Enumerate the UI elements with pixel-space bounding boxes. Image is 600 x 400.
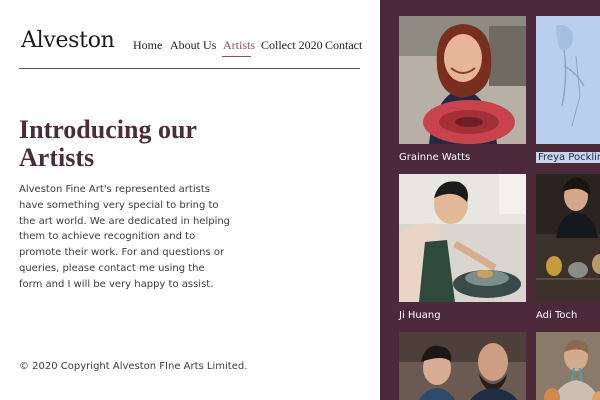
nav-home[interactable]: Home	[133, 38, 162, 53]
artist-name: Adi Toch	[536, 310, 578, 321]
nav-collect-2020[interactable]: Collect 2020	[261, 38, 323, 53]
artist-photo	[399, 332, 526, 400]
artist-photo-grainne-watts	[399, 16, 526, 144]
nav-about-us[interactable]: About Us	[170, 38, 216, 53]
artist-photo-freya-pocklington	[536, 16, 600, 144]
left-panel: Alveston Home About Us Artists Collect 2…	[0, 0, 380, 400]
artist-photo	[536, 332, 600, 400]
artist-name: Ji Huang	[399, 310, 441, 321]
site-logo[interactable]: Alveston	[21, 28, 115, 53]
header-divider	[19, 68, 360, 69]
vertical-title-our: Our	[337, 279, 362, 314]
artist-card-ji-huang[interactable]: Ji Huang	[399, 174, 526, 324]
artist-card-grainne-watts[interactable]: Grainne Watts	[399, 16, 526, 166]
artists-panel: Grainne Watts Freya Pocklington	[380, 0, 600, 400]
nav-contact[interactable]: Contact	[325, 38, 362, 53]
artist-card-adi-toch[interactable]: Adi Toch	[536, 174, 600, 324]
active-nav-underline	[222, 56, 251, 57]
artist-photo-adi-toch	[536, 174, 600, 302]
copyright-text: © 2020 Copyright Alveston FIne Arts Limi…	[19, 361, 248, 372]
artist-card[interactable]	[536, 332, 600, 400]
intro-paragraph: Alveston Fine Art's represented artists …	[19, 184, 231, 290]
artist-name: Grainne Watts	[399, 152, 471, 163]
artist-photo-ji-huang	[399, 174, 526, 302]
page-heading: Introducing our Artists	[19, 115, 197, 172]
nav-artists[interactable]: Artists	[223, 38, 255, 53]
artist-card[interactable]	[399, 332, 526, 400]
vertical-title-artists: Artists	[328, 185, 365, 276]
artist-card-freya-pocklington[interactable]: Freya Pocklington	[536, 16, 600, 166]
artist-name: Freya Pocklington	[536, 152, 600, 163]
